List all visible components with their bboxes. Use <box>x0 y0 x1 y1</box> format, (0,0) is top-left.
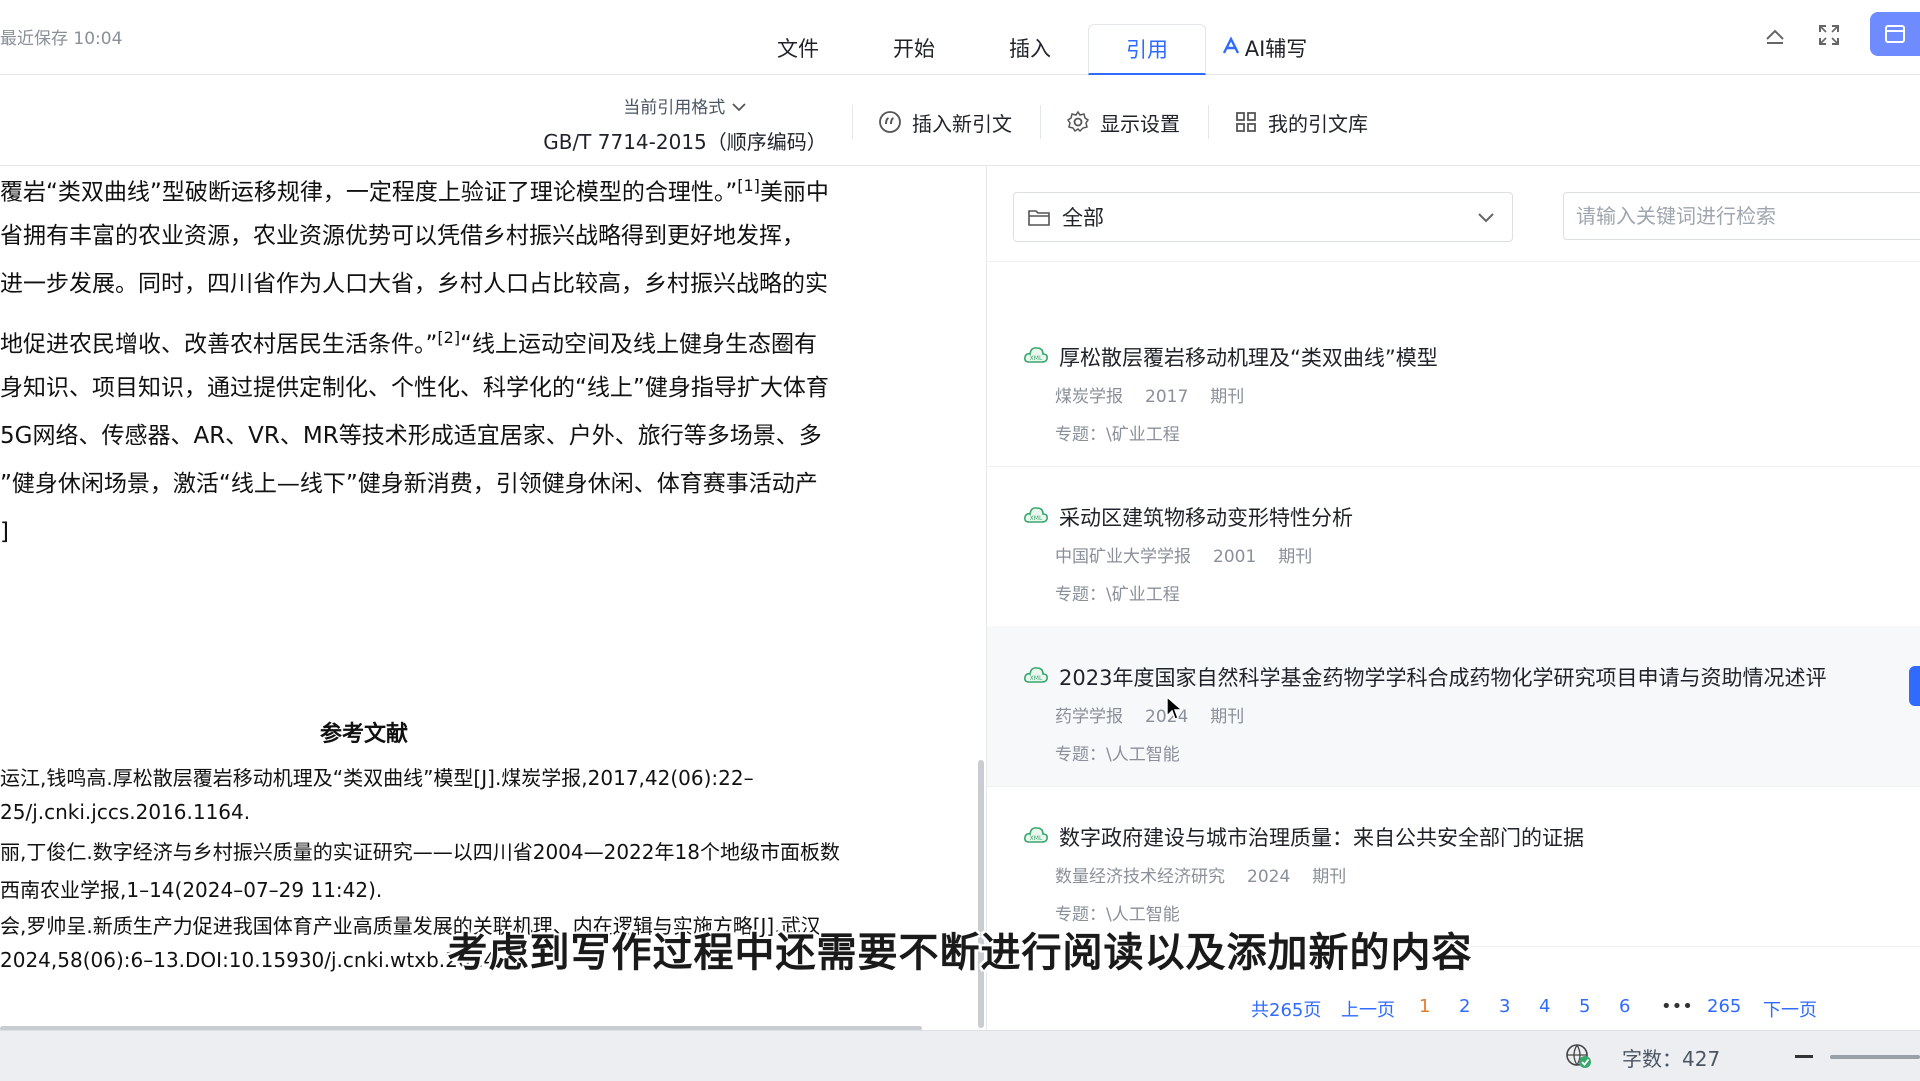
result-topic: 专题：\矿业工程 <box>1055 425 1180 445</box>
result-title: 采动区建筑物移动变形特性分析 <box>1059 506 1353 530</box>
paragraph-line: 5G网络、传感器、AR、VR、MR等技术形成适宜居家、户外、旅行等多场景、多 <box>0 423 822 449</box>
pagination: 共265页 上一页 1 2 3 4 5 6 ••• 265 下一页 <box>987 988 1920 1028</box>
total-pages: 共265页 <box>1251 1000 1322 1021</box>
svg-text:XML: XML <box>1030 835 1043 842</box>
reference-line: 25/j.cnki.jccs.2016.1164. <box>0 800 251 824</box>
tab-references[interactable]: 引用 <box>1088 24 1206 75</box>
mouse-cursor-icon <box>1166 696 1184 720</box>
reference-line: 西南农业学报,1–14(2024–07–29 11:42). <box>0 878 383 902</box>
toolbar-divider <box>1040 105 1041 139</box>
paragraph-line: 覆岩“类双曲线”型破断运移规律，一定程度上验证了理论模型的合理性。”[1]美丽中 <box>0 176 829 206</box>
fullscreen-icon[interactable] <box>1814 20 1844 50</box>
tab-file[interactable]: 文件 <box>740 24 856 72</box>
collapse-ribbon-icon[interactable] <box>1760 20 1790 50</box>
xml-cloud-icon: XML <box>1023 822 1049 848</box>
xml-cloud-icon: XML <box>1023 662 1049 688</box>
result-item[interactable]: XML 2023年度国家自然科学基金药物学学科合成药物化学研究项目申请与资助情况… <box>987 626 1920 787</box>
citation-marker[interactable]: [2] <box>437 328 460 347</box>
citation-marker[interactable]: [1] <box>737 176 760 195</box>
result-title: 数字政府建设与城市治理质量：来自公共安全部门的证据 <box>1059 826 1584 850</box>
tab-insert[interactable]: 插入 <box>972 24 1088 72</box>
chevron-down-icon <box>1476 207 1496 227</box>
word-count: 字数：427 <box>1622 1047 1721 1071</box>
quote-icon <box>878 110 902 134</box>
divider <box>987 261 1920 262</box>
video-subtitle: 考虑到写作过程中还需要不断进行阅读以及添加新的内容 <box>447 930 1473 976</box>
status-bar: 字数：427 <box>0 1030 1920 1081</box>
result-meta: 药学学报 2024 期刊 <box>1055 707 1245 727</box>
svg-text:XML: XML <box>1030 515 1043 522</box>
paragraph-line: 身知识、项目知识，通过提供定制化、个性化、科学化的“线上”健身指导扩大体育 <box>0 375 829 401</box>
page-link[interactable]: 1 <box>1419 996 1430 1017</box>
page-link[interactable]: 2 <box>1459 996 1470 1017</box>
citation-toolbar: 当前引用格式 GB/T 7714-2015（顺序编码） 插入新引文 显示设置 我… <box>0 75 1920 166</box>
sync-status-icon[interactable] <box>1565 1042 1593 1070</box>
references-heading: 参考文献 <box>320 722 409 747</box>
result-topic: 专题：\人工智能 <box>1055 745 1180 765</box>
xml-cloud-icon: XML <box>1023 502 1049 528</box>
citation-library-panel: 全部 XML 厚松散层覆岩移动机理及“类双曲线”模型 煤炭学报2017期刊 专题… <box>986 166 1920 1030</box>
svg-text:XML: XML <box>1030 675 1043 682</box>
grid-icon <box>1234 110 1258 134</box>
gear-icon <box>1066 110 1090 134</box>
prev-page-button[interactable]: 上一页 <box>1341 996 1395 1022</box>
tab-home[interactable]: 开始 <box>856 24 972 72</box>
result-meta: 数量经济技术经济研究 2024 期刊 <box>1055 867 1347 887</box>
side-panel-toggle-button[interactable] <box>1870 12 1920 56</box>
result-title: 厚松散层覆岩移动机理及“类双曲线”模型 <box>1059 346 1438 370</box>
result-meta: 中国矿业大学学报 2001 期刊 <box>1055 547 1313 567</box>
reference-line: 丽,丁俊仁.数字经济与乡村振兴质量的实证研究——以四川省2004—2022年18… <box>0 840 840 864</box>
document-editor[interactable]: 覆岩“类双曲线”型破断运移规律，一定程度上验证了理论模型的合理性。”[1]美丽中… <box>0 166 970 1030</box>
next-page-button[interactable]: 下一页 <box>1763 996 1817 1022</box>
toolbar-divider <box>1208 105 1209 139</box>
top-bar: 最近保存 10:04 文件 开始 插入 引用 AI辅写 <box>0 0 1920 75</box>
zoom-slider[interactable] <box>1830 1055 1920 1059</box>
ribbon-tabs: 文件 开始 插入 引用 AI辅写 <box>740 24 1322 75</box>
result-topic: 专题：\矿业工程 <box>1055 585 1180 605</box>
result-meta: 煤炭学报 2017 期刊 <box>1055 387 1245 407</box>
page-link[interactable]: 265 <box>1707 996 1741 1017</box>
zoom-out-icon[interactable] <box>1795 1055 1813 1058</box>
paragraph-line: ] <box>0 519 9 545</box>
page-link[interactable]: 6 <box>1619 996 1630 1017</box>
page-link[interactable]: 5 <box>1579 996 1590 1017</box>
vertical-scrollbar[interactable] <box>978 760 984 1028</box>
xml-cloud-icon: XML <box>1023 342 1049 368</box>
pagination-ellipsis: ••• <box>1661 996 1693 1017</box>
save-status: 最近保存 10:04 <box>0 29 123 49</box>
paragraph-line: 地促进农民增收、改善农村居民生活条件。”[2]“线上运动空间及线上健身生态圈有 <box>0 328 818 358</box>
svg-text:XML: XML <box>1030 355 1043 362</box>
ai-sparkle-icon <box>1221 35 1241 61</box>
reference-line: 运江,钱鸣高.厚松散层覆岩移动机理及“类双曲线”模型[J].煤炭学报,2017,… <box>0 766 754 790</box>
result-title: 2023年度国家自然科学基金药物学学科合成药物化学研究项目申请与资助情况述评 <box>1059 666 1827 690</box>
tab-ai-writing[interactable]: AI辅写 <box>1206 24 1322 72</box>
category-filter-dropdown[interactable]: 全部 <box>1013 192 1513 242</box>
page-link[interactable]: 3 <box>1499 996 1510 1017</box>
citation-format-value: GB/T 7714-2015（顺序编码） <box>543 130 827 154</box>
insert-citation-button[interactable]: 插入新引文 <box>878 105 1012 139</box>
display-settings-button[interactable]: 显示设置 <box>1066 105 1180 139</box>
paragraph-line: 省拥有丰富的农业资源，农业资源优势可以凭借乡村振兴战略得到更好地发挥， <box>0 223 805 249</box>
insert-handle[interactable] <box>1909 666 1920 706</box>
citation-format-selector[interactable]: 当前引用格式 GB/T 7714-2015（顺序编码） <box>530 93 840 155</box>
paragraph-line: ”健身休闲场景，激活“线上—线下”健身新消费，引领健身休闲、体育赛事活动产 <box>0 471 818 497</box>
result-item[interactable]: XML 采动区建筑物移动变形特性分析 中国矿业大学学报 2001 期刊 专题：\矿业… <box>987 466 1920 627</box>
toolbar-divider <box>852 105 853 139</box>
folder-icon <box>1028 208 1050 226</box>
page-link[interactable]: 4 <box>1539 996 1550 1017</box>
result-item[interactable]: XML 厚松散层覆岩移动机理及“类双曲线”模型 煤炭学报 2017 期刊 专题：\矿… <box>987 306 1920 467</box>
chevron-down-icon <box>731 98 747 118</box>
paragraph-line: 进一步发展。同时，四川省作为人口大省，乡村人口占比较高，乡村振兴战略的实 <box>0 271 828 297</box>
my-library-button[interactable]: 我的引文库 <box>1234 105 1368 139</box>
search-input[interactable] <box>1563 192 1920 240</box>
